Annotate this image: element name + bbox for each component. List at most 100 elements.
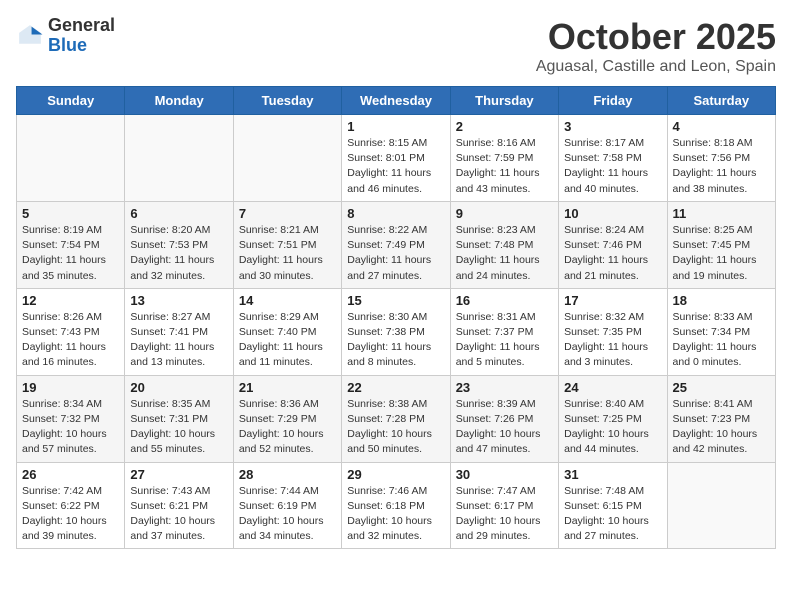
logo-text: General Blue — [48, 16, 115, 56]
day-cell: 23 Sunrise: 8:39 AM Sunset: 7:26 PM Dayli… — [450, 375, 558, 462]
day-number: 24 — [564, 380, 661, 395]
day-cell: 31 Sunrise: 7:48 AM Sunset: 6:15 PM Dayli… — [559, 462, 667, 549]
calendar-table: SundayMondayTuesdayWednesdayThursdayFrid… — [16, 86, 776, 549]
day-info: Sunrise: 8:29 AM Sunset: 7:40 PM Dayligh… — [239, 310, 336, 371]
day-number: 19 — [22, 380, 119, 395]
day-cell: 17 Sunrise: 8:32 AM Sunset: 7:35 PM Dayli… — [559, 288, 667, 375]
day-cell — [667, 462, 775, 549]
day-info: Sunrise: 8:39 AM Sunset: 7:26 PM Dayligh… — [456, 397, 553, 458]
day-cell: 11Sunrise: 8:25 AM Sunset: 7:45 PM Dayli… — [667, 201, 775, 288]
day-number: 29 — [347, 467, 444, 482]
day-info: Sunrise: 8:23 AM Sunset: 7:48 PM Dayligh… — [456, 223, 553, 284]
day-info: Sunrise: 8:30 AM Sunset: 7:38 PM Dayligh… — [347, 310, 444, 371]
day-info: Sunrise: 8:21 AM Sunset: 7:51 PM Dayligh… — [239, 223, 336, 284]
day-info: Sunrise: 8:35 AM Sunset: 7:31 PM Dayligh… — [130, 397, 227, 458]
day-info: Sunrise: 8:32 AM Sunset: 7:35 PM Dayligh… — [564, 310, 661, 371]
day-cell: 12Sunrise: 8:26 AM Sunset: 7:43 PM Dayli… — [17, 288, 125, 375]
day-cell — [125, 115, 233, 202]
day-info: Sunrise: 8:41 AM Sunset: 7:23 PM Dayligh… — [673, 397, 770, 458]
day-info: Sunrise: 7:43 AM Sunset: 6:21 PM Dayligh… — [130, 484, 227, 545]
day-number: 23 — [456, 380, 553, 395]
day-info: Sunrise: 8:25 AM Sunset: 7:45 PM Dayligh… — [673, 223, 770, 284]
day-info: Sunrise: 8:38 AM Sunset: 7:28 PM Dayligh… — [347, 397, 444, 458]
day-info: Sunrise: 7:42 AM Sunset: 6:22 PM Dayligh… — [22, 484, 119, 545]
day-number: 12 — [22, 293, 119, 308]
day-cell: 24Sunrise: 8:40 AM Sunset: 7:25 PM Dayli… — [559, 375, 667, 462]
day-cell: 18 Sunrise: 8:33 AM Sunset: 7:34 PM Dayli… — [667, 288, 775, 375]
day-cell: 27 Sunrise: 7:43 AM Sunset: 6:21 PM Dayli… — [125, 462, 233, 549]
day-number: 1 — [347, 119, 444, 134]
day-number: 10 — [564, 206, 661, 221]
day-cell: 21 Sunrise: 8:36 AM Sunset: 7:29 PM Dayli… — [233, 375, 341, 462]
day-cell: 1 Sunrise: 8:15 AM Sunset: 8:01 PM Daylig… — [342, 115, 450, 202]
calendar-body: 1 Sunrise: 8:15 AM Sunset: 8:01 PM Daylig… — [17, 115, 776, 549]
title-area: October 2025 Aguasal, Castille and Leon,… — [536, 16, 776, 76]
day-info: Sunrise: 8:31 AM Sunset: 7:37 PM Dayligh… — [456, 310, 553, 371]
day-info: Sunrise: 7:44 AM Sunset: 6:19 PM Dayligh… — [239, 484, 336, 545]
day-number: 26 — [22, 467, 119, 482]
day-cell: 25 Sunrise: 8:41 AM Sunset: 7:23 PM Dayli… — [667, 375, 775, 462]
day-cell — [17, 115, 125, 202]
day-cell: 13Sunrise: 8:27 AM Sunset: 7:41 PM Dayli… — [125, 288, 233, 375]
day-info: Sunrise: 8:34 AM Sunset: 7:32 PM Dayligh… — [22, 397, 119, 458]
day-cell: 14Sunrise: 8:29 AM Sunset: 7:40 PM Dayli… — [233, 288, 341, 375]
day-number: 20 — [130, 380, 227, 395]
day-cell: 19 Sunrise: 8:34 AM Sunset: 7:32 PM Dayli… — [17, 375, 125, 462]
week-row-3: 12Sunrise: 8:26 AM Sunset: 7:43 PM Dayli… — [17, 288, 776, 375]
logo-general-text: General — [48, 16, 115, 36]
day-cell: 7 Sunrise: 8:21 AM Sunset: 7:51 PM Daylig… — [233, 201, 341, 288]
day-number: 8 — [347, 206, 444, 221]
day-number: 22 — [347, 380, 444, 395]
day-info: Sunrise: 8:20 AM Sunset: 7:53 PM Dayligh… — [130, 223, 227, 284]
header-friday: Friday — [559, 87, 667, 115]
day-number: 17 — [564, 293, 661, 308]
day-info: Sunrise: 8:27 AM Sunset: 7:41 PM Dayligh… — [130, 310, 227, 371]
day-info: Sunrise: 8:18 AM Sunset: 7:56 PM Dayligh… — [673, 136, 770, 197]
day-number: 7 — [239, 206, 336, 221]
header-saturday: Saturday — [667, 87, 775, 115]
calendar-subtitle: Aguasal, Castille and Leon, Spain — [536, 58, 776, 76]
day-number: 25 — [673, 380, 770, 395]
day-info: Sunrise: 8:17 AM Sunset: 7:58 PM Dayligh… — [564, 136, 661, 197]
header-thursday: Thursday — [450, 87, 558, 115]
day-info: Sunrise: 8:15 AM Sunset: 8:01 PM Dayligh… — [347, 136, 444, 197]
day-cell: 4 Sunrise: 8:18 AM Sunset: 7:56 PM Daylig… — [667, 115, 775, 202]
day-number: 9 — [456, 206, 553, 221]
day-number: 18 — [673, 293, 770, 308]
day-info: Sunrise: 7:46 AM Sunset: 6:18 PM Dayligh… — [347, 484, 444, 545]
day-info: Sunrise: 8:24 AM Sunset: 7:46 PM Dayligh… — [564, 223, 661, 284]
day-number: 21 — [239, 380, 336, 395]
day-number: 3 — [564, 119, 661, 134]
header-wednesday: Wednesday — [342, 87, 450, 115]
day-number: 6 — [130, 206, 227, 221]
day-cell: 3 Sunrise: 8:17 AM Sunset: 7:58 PM Daylig… — [559, 115, 667, 202]
week-row-2: 5 Sunrise: 8:19 AM Sunset: 7:54 PM Daylig… — [17, 201, 776, 288]
day-number: 15 — [347, 293, 444, 308]
day-cell: 9 Sunrise: 8:23 AM Sunset: 7:48 PM Daylig… — [450, 201, 558, 288]
day-cell: 8 Sunrise: 8:22 AM Sunset: 7:49 PM Daylig… — [342, 201, 450, 288]
day-info: Sunrise: 8:33 AM Sunset: 7:34 PM Dayligh… — [673, 310, 770, 371]
day-cell: 26 Sunrise: 7:42 AM Sunset: 6:22 PM Dayli… — [17, 462, 125, 549]
week-row-5: 26 Sunrise: 7:42 AM Sunset: 6:22 PM Dayli… — [17, 462, 776, 549]
day-info: Sunrise: 8:22 AM Sunset: 7:49 PM Dayligh… — [347, 223, 444, 284]
day-cell: 28Sunrise: 7:44 AM Sunset: 6:19 PM Dayli… — [233, 462, 341, 549]
header-monday: Monday — [125, 87, 233, 115]
day-number: 2 — [456, 119, 553, 134]
header-row: SundayMondayTuesdayWednesdayThursdayFrid… — [17, 87, 776, 115]
day-cell: 16Sunrise: 8:31 AM Sunset: 7:37 PM Dayli… — [450, 288, 558, 375]
day-number: 31 — [564, 467, 661, 482]
day-number: 4 — [673, 119, 770, 134]
day-cell: 6 Sunrise: 8:20 AM Sunset: 7:53 PM Daylig… — [125, 201, 233, 288]
header-tuesday: Tuesday — [233, 87, 341, 115]
header: General Blue October 2025 Aguasal, Casti… — [16, 16, 776, 76]
day-number: 5 — [22, 206, 119, 221]
day-cell: 15 Sunrise: 8:30 AM Sunset: 7:38 PM Dayli… — [342, 288, 450, 375]
day-info: Sunrise: 7:48 AM Sunset: 6:15 PM Dayligh… — [564, 484, 661, 545]
week-row-1: 1 Sunrise: 8:15 AM Sunset: 8:01 PM Daylig… — [17, 115, 776, 202]
day-info: Sunrise: 8:19 AM Sunset: 7:54 PM Dayligh… — [22, 223, 119, 284]
day-info: Sunrise: 8:36 AM Sunset: 7:29 PM Dayligh… — [239, 397, 336, 458]
day-cell: 2Sunrise: 8:16 AM Sunset: 7:59 PM Daylig… — [450, 115, 558, 202]
day-number: 27 — [130, 467, 227, 482]
day-cell: 5 Sunrise: 8:19 AM Sunset: 7:54 PM Daylig… — [17, 201, 125, 288]
day-cell: 29 Sunrise: 7:46 AM Sunset: 6:18 PM Dayli… — [342, 462, 450, 549]
